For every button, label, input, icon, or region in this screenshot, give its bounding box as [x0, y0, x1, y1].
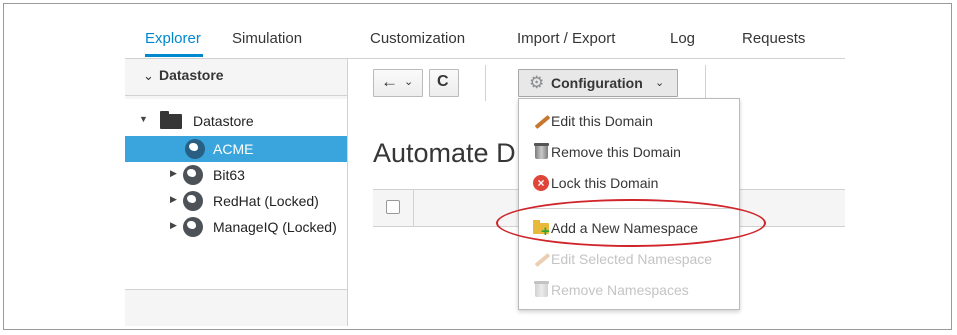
- menu-item-remove-domain[interactable]: Remove this Domain: [519, 138, 739, 166]
- configuration-label: Configuration: [551, 75, 643, 91]
- tree-node-label: Datastore: [193, 113, 254, 129]
- sidebar: ⌄ Datastore ▼ Datastore ACME ▶ Bit63 ▶ R…: [125, 59, 348, 326]
- caret-right-icon[interactable]: ▶: [170, 220, 177, 231]
- active-tab-indicator: [145, 54, 203, 57]
- trash-icon: [533, 281, 549, 298]
- divider: [125, 289, 347, 290]
- page-title: Automate D: [373, 138, 516, 168]
- domain-globe-icon: [185, 139, 205, 159]
- folder-icon: [160, 111, 182, 129]
- chevron-down-icon: ⌄: [655, 77, 665, 89]
- tab-customization[interactable]: Customization: [370, 30, 465, 47]
- column-divider: [413, 190, 414, 226]
- lock-x-icon: ×: [533, 175, 549, 191]
- tree-node-label: ManageIQ (Locked): [213, 219, 337, 235]
- reload-icon: C: [437, 73, 449, 90]
- tab-bar: Explorer Simulation Customization Import…: [125, 16, 845, 59]
- menu-item-label: Remove this Domain: [551, 144, 681, 160]
- accordion-title: Datastore: [159, 67, 224, 83]
- caret-right-icon[interactable]: ▶: [170, 168, 177, 179]
- menu-item-lock-domain[interactable]: × Lock this Domain: [519, 169, 739, 197]
- menu-item-edit-namespace: Edit Selected Namespace: [519, 245, 739, 273]
- trash-icon: [533, 143, 549, 160]
- tab-log[interactable]: Log: [670, 30, 695, 47]
- datastore-tree: ▼ Datastore ACME ▶ Bit63 ▶ RedHat (Locke…: [125, 99, 347, 289]
- gear-icon: ⚙: [529, 73, 545, 92]
- tab-explorer[interactable]: Explorer: [145, 30, 201, 47]
- menu-item-label: Lock this Domain: [551, 175, 659, 191]
- tree-node-datastore-root[interactable]: ▼ Datastore: [125, 108, 347, 134]
- pencil-icon: [533, 251, 551, 267]
- caret-right-icon[interactable]: ▶: [170, 194, 177, 205]
- highlight-ellipse: [496, 199, 766, 247]
- domain-globe-icon: [183, 217, 203, 237]
- toolbar-divider: [485, 65, 486, 101]
- back-button[interactable]: ← ⌄: [373, 69, 423, 97]
- tree-node-label: RedHat (Locked): [213, 193, 319, 209]
- accordion-header-datastore[interactable]: ⌄ Datastore: [125, 59, 347, 96]
- tab-import-export[interactable]: Import / Export: [517, 30, 615, 47]
- app-window: Explorer Simulation Customization Import…: [125, 16, 845, 326]
- reload-button[interactable]: C: [429, 69, 459, 97]
- menu-item-label: Remove Namespaces: [551, 282, 689, 298]
- select-all-checkbox[interactable]: [386, 200, 400, 214]
- arrow-left-icon: ←: [381, 72, 398, 91]
- tab-simulation[interactable]: Simulation: [232, 30, 302, 47]
- menu-item-label: Edit Selected Namespace: [551, 251, 713, 267]
- menu-item-remove-namespaces: Remove Namespaces: [519, 276, 739, 304]
- domain-globe-icon: [183, 191, 203, 211]
- tree-node-label: ACME: [213, 141, 254, 157]
- tree-node-redhat[interactable]: ▶ RedHat (Locked): [125, 188, 347, 214]
- caret-down-icon[interactable]: ▼: [139, 114, 148, 124]
- domain-globe-icon: [183, 165, 203, 185]
- tree-node-manageiq[interactable]: ▶ ManageIQ (Locked): [125, 214, 347, 240]
- tree-node-label: Bit63: [213, 167, 245, 183]
- menu-item-edit-domain[interactable]: Edit this Domain: [519, 107, 739, 135]
- tree-node-bit63[interactable]: ▶ Bit63: [125, 162, 347, 188]
- chevron-down-icon: ⌄: [404, 76, 414, 88]
- tab-requests[interactable]: Requests: [742, 30, 805, 47]
- pencil-icon: [533, 113, 551, 129]
- chevron-down-icon: ⌄: [143, 68, 154, 83]
- tree-node-acme[interactable]: ACME: [125, 136, 347, 162]
- configuration-button[interactable]: ⚙ Configuration ⌄: [518, 69, 678, 97]
- menu-item-label: Edit this Domain: [551, 113, 653, 129]
- toolbar-divider: [705, 65, 706, 101]
